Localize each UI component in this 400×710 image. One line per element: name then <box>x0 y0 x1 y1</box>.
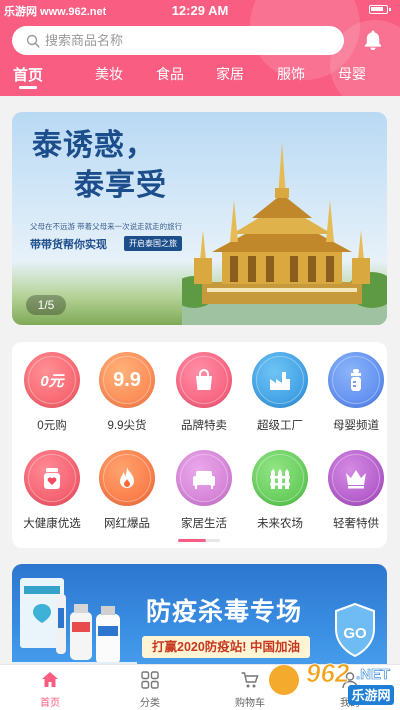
category-label: 超级工厂 <box>257 420 303 432</box>
nav-label: 分类 <box>140 698 160 709</box>
category-mother-baby[interactable]: 母婴频道 <box>321 352 391 433</box>
banner-title-line2: 泰享受 <box>74 168 167 203</box>
temple-illustration <box>182 142 387 325</box>
category-label: 母婴频道 <box>333 420 379 432</box>
health-icon <box>24 450 80 506</box>
battery-icon <box>369 5 391 14</box>
category-label: 网红爆品 <box>104 518 150 530</box>
disinfectant-products-illustration <box>12 578 137 674</box>
nav-home[interactable]: 首页 <box>20 669 80 709</box>
category-label: 轻奢特供 <box>333 518 379 530</box>
category-future-farm[interactable]: 未来农场 <box>245 450 315 531</box>
category-label: 0元购 <box>37 420 67 432</box>
category-label: 家居生活 <box>181 518 227 530</box>
banner-slogan: 带带货帮你实现 <box>30 239 107 251</box>
category-health[interactable]: 大健康优选 <box>17 450 87 531</box>
promo-title: 防疫杀毒专场 <box>146 598 303 626</box>
banner-title: 泰诱惑， 泰享受 <box>32 126 167 206</box>
category-grid: 0元 0元购 9.9 9.9尖货 品牌特卖 超级工厂 母婴频道 大健康优选 网红… <box>12 342 387 548</box>
category-label: 大健康优选 <box>23 518 81 530</box>
zero-yuan-icon: 0元 <box>24 352 80 408</box>
tab-beauty[interactable]: 美妆 <box>81 64 137 84</box>
category-tabs: 首页 美妆 食品 家居 服饰 母婴 <box>0 64 400 92</box>
tab-home[interactable]: 首页 <box>0 64 56 85</box>
category-super-factory[interactable]: 超级工厂 <box>245 352 315 433</box>
indicator-inactive <box>206 539 220 542</box>
nav-label: 首页 <box>40 698 60 709</box>
cart-icon <box>241 672 259 688</box>
indicator-active <box>178 539 206 542</box>
crown-icon <box>328 450 384 506</box>
svg-text:962: 962 <box>306 658 350 688</box>
category-zero-yuan[interactable]: 0元 0元购 <box>17 352 87 433</box>
banner-pager: 1/5 <box>26 295 66 315</box>
category-label: 未来农场 <box>257 518 303 530</box>
home-icon <box>42 672 58 687</box>
svg-text:乐游网: 乐游网 <box>351 688 390 704</box>
shopping-bag-icon <box>176 352 232 408</box>
category-hot-items[interactable]: 网红爆品 <box>92 450 162 531</box>
status-bar: 乐游网 www.962.net 12:29 AM <box>0 0 400 20</box>
category-brand-sale[interactable]: 品牌特卖 <box>169 352 239 433</box>
tab-home-goods[interactable]: 家居 <box>202 64 258 84</box>
search-input[interactable] <box>45 33 325 48</box>
banner-subtitle: 父母在不远游 带着父母来一次说走就走的旅行 <box>30 222 183 231</box>
tab-food[interactable]: 食品 <box>142 64 198 84</box>
search-icon <box>26 34 40 48</box>
category-page-indicator <box>178 539 220 542</box>
shield-go-text: GO <box>343 625 367 642</box>
banner-title-line1: 泰诱惑， <box>32 128 156 163</box>
sofa-icon <box>176 450 232 506</box>
tab-mother-baby[interactable]: 母婴 <box>324 64 380 84</box>
tab-clothing[interactable]: 服饰 <box>263 64 319 84</box>
baby-bottle-icon <box>328 352 384 408</box>
nine-nine-icon: 9.9 <box>99 352 155 408</box>
active-tab-indicator <box>19 86 37 89</box>
top-header: 乐游网 www.962.net 12:29 AM 首页 美妆 食品 家居 服饰 … <box>0 0 400 96</box>
category-home-life[interactable]: 家居生活 <box>169 450 239 531</box>
start-trip-button[interactable]: 开启泰国之旅 <box>124 236 182 251</box>
site-watermark-logo: 962 .NET 乐游网 <box>269 658 394 705</box>
category-label: 品牌特卖 <box>181 420 227 432</box>
factory-icon <box>252 352 308 408</box>
grid-icon <box>141 671 159 689</box>
nav-category[interactable]: 分类 <box>120 669 180 709</box>
clock: 12:29 AM <box>171 3 229 18</box>
category-nine-nine[interactable]: 9.9 9.9尖货 <box>92 352 162 433</box>
category-light-luxury[interactable]: 轻奢特供 <box>321 450 391 531</box>
svg-text:.NET: .NET <box>356 666 390 683</box>
fence-icon <box>252 450 308 506</box>
bell-icon[interactable] <box>361 28 385 52</box>
category-label: 9.9尖货 <box>107 420 147 432</box>
travel-banner[interactable]: 泰诱惑， 泰享受 父母在不远游 带着父母来一次说走就走的旅行 带带货帮你实现 开… <box>12 112 387 325</box>
search-bar[interactable] <box>12 26 344 55</box>
flame-icon <box>99 450 155 506</box>
